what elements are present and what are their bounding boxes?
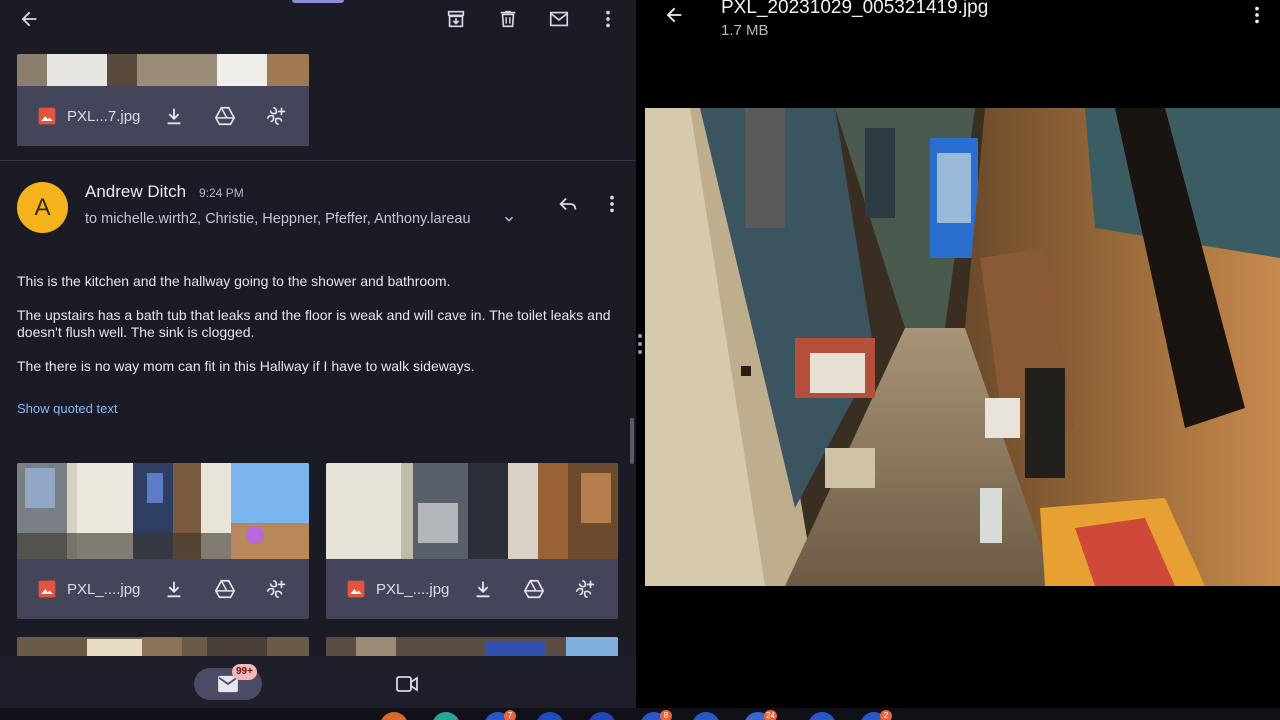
chevron-down-icon[interactable]: [502, 212, 516, 226]
video-icon: [396, 676, 418, 692]
window-drag-indicator[interactable]: [292, 0, 344, 3]
taskbar-app[interactable]: [432, 712, 460, 720]
download-button[interactable]: [161, 576, 187, 602]
message-paragraph: This is the kitchen and the hallway goin…: [17, 273, 451, 289]
handle-dot: [638, 350, 642, 354]
taskbar-app[interactable]: [536, 712, 564, 720]
download-icon: [167, 581, 181, 598]
mail-icon: [549, 11, 569, 27]
image-file-size: 1.7 MB: [721, 22, 769, 39]
download-icon: [167, 108, 181, 125]
delete-button[interactable]: [490, 1, 526, 37]
add-to-photos-icon: [266, 106, 286, 126]
image-file-icon: [38, 580, 56, 598]
attachment-thumbnail[interactable]: [326, 463, 618, 559]
add-to-photos-icon: [575, 579, 595, 599]
message-time: 9:24 PM: [199, 186, 244, 200]
reply-button[interactable]: [550, 186, 586, 222]
recipients-line[interactable]: to michelle.wirth2, Christie, Heppner, P…: [85, 211, 471, 227]
archive-button[interactable]: [438, 1, 474, 37]
notification-badge: 8: [660, 710, 672, 720]
hallway-photo[interactable]: [645, 108, 1280, 586]
sender-avatar[interactable]: A: [17, 182, 68, 233]
message-divider: [0, 160, 636, 161]
attachment-card[interactable]: PXL_....jpg: [326, 463, 618, 619]
attachment-card[interactable]: PXL_....jpg: [17, 463, 309, 619]
drive-icon: [523, 579, 545, 599]
archive-icon: [447, 10, 465, 28]
image-file-icon: [38, 107, 56, 125]
attachment-bar: PXL_....jpg: [17, 559, 309, 619]
attachment-bar: PXL...7.jpg: [17, 86, 309, 146]
handle-dot: [638, 334, 642, 338]
split-screen-divider[interactable]: [636, 0, 644, 708]
notification-badge: 2: [880, 710, 892, 720]
notification-badge: 24: [764, 710, 777, 720]
save-to-drive-button[interactable]: [521, 576, 547, 602]
taskbar-app[interactable]: [588, 712, 616, 720]
back-button[interactable]: [11, 1, 47, 37]
attachment-filename: PXL_....jpg: [376, 580, 450, 598]
add-to-photos-button[interactable]: [572, 576, 598, 602]
scrollbar-thumb[interactable]: [630, 418, 634, 464]
meet-tab[interactable]: [392, 670, 422, 698]
show-quoted-text-link[interactable]: Show quoted text: [17, 401, 117, 416]
attachment-thumbnail[interactable]: [17, 54, 309, 86]
trash-icon: [500, 10, 516, 28]
drive-icon: [214, 106, 236, 126]
attachment-filename: PXL_....jpg: [67, 580, 141, 598]
attachment-filename: PXL...7.jpg: [67, 107, 141, 125]
bottom-navigation: 99+: [0, 656, 636, 708]
add-to-photos-button[interactable]: [263, 576, 289, 602]
attachment-thumbnail[interactable]: [17, 463, 309, 559]
save-to-drive-button[interactable]: [212, 576, 238, 602]
save-to-drive-button[interactable]: [212, 103, 238, 129]
viewer-more-button[interactable]: [1239, 0, 1275, 33]
drive-icon: [214, 579, 236, 599]
system-taskbar: 7 8 24 2: [0, 708, 1280, 720]
notification-badge: 7: [504, 710, 516, 720]
image-file-icon: [347, 580, 365, 598]
mark-unread-button[interactable]: [541, 1, 577, 37]
sender-name: Andrew Ditch: [85, 182, 187, 201]
add-to-photos-icon: [266, 579, 286, 599]
download-button[interactable]: [161, 103, 187, 129]
unread-count-badge: 99+: [232, 664, 257, 680]
arrow-left-icon: [666, 7, 682, 23]
download-button[interactable]: [470, 576, 496, 602]
reply-icon: [559, 197, 577, 211]
gmail-pane: PXL...7.jpg A Andrew Ditch 9:24 PM to mi…: [0, 0, 636, 708]
image-viewer-pane: PXL_20231029_005321419.jpg 1.7 MB: [644, 0, 1280, 708]
message-paragraph: The there is no way mom can fit in this …: [17, 358, 475, 374]
taskbar-app[interactable]: [808, 712, 836, 720]
attachment-card[interactable]: PXL...7.jpg: [17, 54, 309, 146]
more-vert-icon: [610, 195, 614, 213]
handle-dot: [638, 342, 642, 346]
taskbar-app[interactable]: [692, 712, 720, 720]
image-filename: PXL_20231029_005321419.jpg: [721, 0, 989, 18]
attachment-bar: PXL_....jpg: [326, 559, 618, 619]
viewer-back-button[interactable]: [656, 0, 692, 33]
arrow-left-icon: [21, 11, 37, 27]
message-paragraph: The upstairs has a bath tub that leaks a…: [17, 307, 611, 340]
taskbar-app[interactable]: [380, 712, 408, 720]
message-more-button[interactable]: [594, 186, 630, 222]
add-to-photos-button[interactable]: [263, 103, 289, 129]
more-options-button[interactable]: [590, 1, 626, 37]
more-vert-icon: [606, 10, 610, 28]
download-icon: [476, 581, 490, 598]
more-vert-icon: [1255, 6, 1259, 24]
